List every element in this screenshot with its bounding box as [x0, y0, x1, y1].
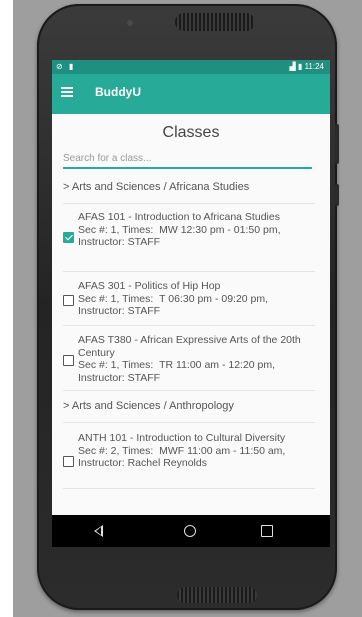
class-item-afas-301[interactable]: AFAS 301 - Politics of Hip Hop Sec #: 1,… [63, 280, 315, 320]
section-header-africana[interactable]: > Arts and Sciences / Africana Studies [63, 181, 249, 193]
class-item-afas-101[interactable]: AFAS 101 - Introduction to Africana Stud… [63, 211, 315, 269]
divider [63, 488, 315, 489]
status-right: ▟ ▮ 11:24 [290, 62, 324, 71]
volume-button [335, 124, 339, 164]
hamburger-menu-icon[interactable] [61, 87, 73, 97]
page-title: Classes [162, 124, 220, 141]
divider [63, 422, 315, 423]
search-input[interactable] [63, 149, 312, 169]
section-header-anthropology[interactable]: > Arts and Sciences / Anthropology [63, 400, 234, 412]
screen: ⊘ ▮ ▟ ▮ 11:24 BuddyU Classes > Arts and … [52, 60, 330, 547]
recents-square-icon[interactable] [261, 525, 273, 537]
class-item-text: AFAS 301 - Politics of Hip Hop Sec #: 1,… [78, 280, 269, 317]
app-title: BuddyU [95, 85, 141, 99]
class-checkbox[interactable] [63, 295, 74, 306]
divider [63, 390, 315, 391]
bottom-speaker [177, 587, 257, 603]
class-checkbox[interactable] [63, 355, 74, 366]
class-checkbox[interactable] [63, 232, 74, 243]
divider [63, 203, 315, 204]
status-bar: ⊘ ▮ ▟ ▮ 11:24 [52, 60, 330, 74]
class-item-text: AFAS T380 - African Expressive Arts of t… [78, 334, 301, 384]
class-item-text: AFAS 101 - Introduction to Africana Stud… [78, 211, 281, 248]
class-item-afas-t380[interactable]: AFAS T380 - African Expressive Arts of t… [63, 334, 315, 386]
android-nav-bar [52, 515, 330, 547]
classes-content: Classes > Arts and Sciences / Africana S… [52, 114, 330, 515]
divider [63, 325, 315, 326]
back-triangle-icon[interactable] [94, 525, 103, 537]
notification-icons: ⊘ ▮ [56, 62, 76, 71]
class-checkbox[interactable] [63, 456, 74, 467]
class-item-anth-101[interactable]: ANTH 101 - Introduction to Cultural Dive… [63, 432, 315, 484]
class-item-text: ANTH 101 - Introduction to Cultural Dive… [78, 432, 286, 469]
signal-battery-icon: ▟ ▮ [289, 62, 303, 71]
earpiece-speaker [175, 13, 255, 31]
home-circle-icon[interactable] [184, 525, 196, 537]
app-bar: BuddyU [52, 74, 330, 114]
power-button [335, 184, 339, 206]
divider [63, 271, 315, 272]
clock: 11:24 [304, 62, 324, 71]
front-camera [127, 20, 133, 26]
